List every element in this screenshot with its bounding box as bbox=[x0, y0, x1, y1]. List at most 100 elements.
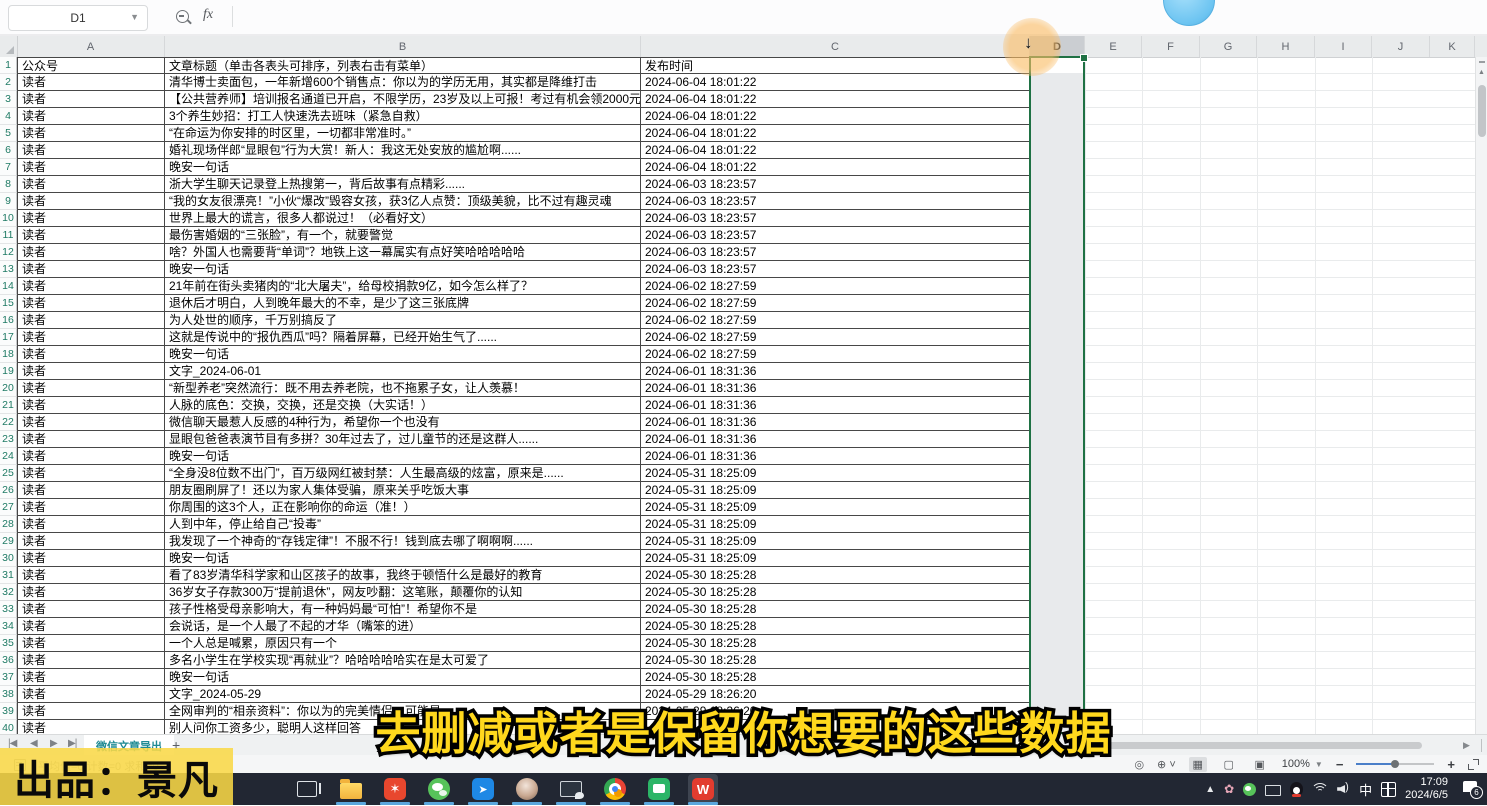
cell-A8[interactable]: 读者 bbox=[17, 176, 165, 193]
row-header-1[interactable]: 1 bbox=[0, 57, 17, 74]
split-handle[interactable] bbox=[1479, 61, 1485, 63]
cell-B17[interactable]: 这就是传说中的“报仇西瓜”吗？隔着屏幕，已经开始生气了...... bbox=[165, 329, 641, 346]
qq-tray-icon[interactable] bbox=[1290, 782, 1303, 796]
cell-A16[interactable]: 读者 bbox=[17, 312, 165, 329]
row-header-38[interactable]: 38 bbox=[0, 686, 17, 703]
cell-A20[interactable]: 读者 bbox=[17, 380, 165, 397]
ime-grid-icon[interactable] bbox=[1381, 782, 1396, 797]
cell-B8[interactable]: 浙大学生聊天记录登上热搜第一，背后故事有点精彩...... bbox=[165, 176, 641, 193]
cell-C2[interactable]: 2024-06-04 18:01:22 bbox=[641, 74, 1030, 91]
row-header-35[interactable]: 35 bbox=[0, 635, 17, 652]
cell-B25[interactable]: “全身没8位数不出门”，百万级网红被封禁：人生最高级的炫富，原来是...... bbox=[165, 465, 641, 482]
cell-B7[interactable]: 晚安一句话 bbox=[165, 159, 641, 176]
cell-B11[interactable]: 最伤害婚姻的“三张脸”，有一个，就要警觉 bbox=[165, 227, 641, 244]
cell-A30[interactable]: 读者 bbox=[17, 550, 165, 567]
row-header-22[interactable]: 22 bbox=[0, 414, 17, 431]
wifi-icon[interactable] bbox=[1312, 783, 1328, 795]
cell-A7[interactable]: 读者 bbox=[17, 159, 165, 176]
blue-app-button[interactable]: ➤ bbox=[468, 774, 498, 804]
cell-A4[interactable]: 读者 bbox=[17, 108, 165, 125]
cell-C14[interactable]: 2024-06-02 18:27:59 bbox=[641, 278, 1030, 295]
row-header-28[interactable]: 28 bbox=[0, 516, 17, 533]
cell-B9[interactable]: “我的女友很漂亮！”小伙“爆改”毁容女孩，获3亿人点赞：顶级美貌，比不过有趣灵魂 bbox=[165, 193, 641, 210]
cell-A39[interactable]: 读者 bbox=[17, 703, 165, 720]
fill-handle[interactable] bbox=[1080, 54, 1088, 62]
fullscreen-icon[interactable] bbox=[1468, 759, 1479, 770]
cell-A3[interactable]: 读者 bbox=[17, 91, 165, 108]
cell-B37[interactable]: 晚安一句话 bbox=[165, 669, 641, 686]
cell-C3[interactable]: 2024-06-04 18:01:22 bbox=[641, 91, 1030, 108]
empty-grid-area[interactable] bbox=[1085, 57, 1475, 734]
cell-C22[interactable]: 2024-06-01 18:31:36 bbox=[641, 414, 1030, 431]
cell-B24[interactable]: 晚安一句话 bbox=[165, 448, 641, 465]
row-header-19[interactable]: 19 bbox=[0, 363, 17, 380]
cell-A14[interactable]: 读者 bbox=[17, 278, 165, 295]
cell-B2[interactable]: 清华博士卖面包，一年新增600个销售点：你以为的学历无用，其实都是降维打击 bbox=[165, 74, 641, 91]
wps-button[interactable]: W bbox=[688, 774, 718, 804]
page-break-view-button[interactable]: ▣ bbox=[1251, 757, 1269, 772]
notification-center-button[interactable]: 6 bbox=[1463, 781, 1481, 797]
zoom-slider[interactable] bbox=[1356, 763, 1434, 765]
cell-B4[interactable]: 3个养生妙招：打工人快速洗去班味（紧急自救） bbox=[165, 108, 641, 125]
horizontal-scrollbar-thumb[interactable] bbox=[1095, 742, 1422, 749]
cell-C11[interactable]: 2024-06-03 18:23:57 bbox=[641, 227, 1030, 244]
system-clock[interactable]: 17:09 2024/6/5 bbox=[1405, 776, 1448, 802]
row-header-34[interactable]: 34 bbox=[0, 618, 17, 635]
row-header-37[interactable]: 37 bbox=[0, 669, 17, 686]
cell-B20[interactable]: “新型养老”突然流行：既不用去养老院，也不拖累子女，让人羡慕！ bbox=[165, 380, 641, 397]
cell-C37[interactable]: 2024-05-30 18:25:28 bbox=[641, 669, 1030, 686]
cell-C34[interactable]: 2024-05-30 18:25:28 bbox=[641, 618, 1030, 635]
cell-B13[interactable]: 晚安一句话 bbox=[165, 261, 641, 278]
wechat-button[interactable] bbox=[424, 774, 454, 804]
cell-C23[interactable]: 2024-06-01 18:31:36 bbox=[641, 431, 1030, 448]
cell-B1[interactable]: 文章标题（单击各表头可排序，列表右击有菜单） bbox=[165, 57, 641, 74]
row-header-31[interactable]: 31 bbox=[0, 567, 17, 584]
cell-A36[interactable]: 读者 bbox=[17, 652, 165, 669]
cell-C24[interactable]: 2024-06-01 18:31:36 bbox=[641, 448, 1030, 465]
chrome-button[interactable] bbox=[600, 774, 630, 804]
row-header-26[interactable]: 26 bbox=[0, 482, 17, 499]
cell-B34[interactable]: 会说话，是一个人最了不起的才华（嘴笨的进） bbox=[165, 618, 641, 635]
cell-B26[interactable]: 朋友圈刷屏了！还以为家人集体受骗，原来关乎吃饭大事 bbox=[165, 482, 641, 499]
vertical-scrollbar-thumb[interactable] bbox=[1478, 85, 1486, 137]
cell-A24[interactable]: 读者 bbox=[17, 448, 165, 465]
cell-A34[interactable]: 读者 bbox=[17, 618, 165, 635]
red-app-button[interactable]: ✶ bbox=[380, 774, 410, 804]
zoom-level[interactable]: 100% bbox=[1282, 758, 1310, 770]
cell-C19[interactable]: 2024-06-01 18:31:36 bbox=[641, 363, 1030, 380]
cell-A9[interactable]: 读者 bbox=[17, 193, 165, 210]
row-header-33[interactable]: 33 bbox=[0, 601, 17, 618]
row-header-21[interactable]: 21 bbox=[0, 397, 17, 414]
cell-A12[interactable]: 读者 bbox=[17, 244, 165, 261]
cell-B32[interactable]: 36岁女子存款300万“提前退休”，网友吵翻：这笔账，颠覆你的认知 bbox=[165, 584, 641, 601]
cell-C8[interactable]: 2024-06-03 18:23:57 bbox=[641, 176, 1030, 193]
cell-B30[interactable]: 晚安一句话 bbox=[165, 550, 641, 567]
row-header-25[interactable]: 25 bbox=[0, 465, 17, 482]
pan-mode-icon[interactable]: ⊕ ˅ bbox=[1157, 758, 1176, 771]
cell-C13[interactable]: 2024-06-03 18:23:57 bbox=[641, 261, 1030, 278]
cell-B36[interactable]: 多名小学生在学校实现“再就业”？哈哈哈哈哈实在是太可爱了 bbox=[165, 652, 641, 669]
cell-C21[interactable]: 2024-06-01 18:31:36 bbox=[641, 397, 1030, 414]
ime-language-indicator[interactable]: 中 bbox=[1359, 780, 1372, 799]
cell-C4[interactable]: 2024-06-04 18:01:22 bbox=[641, 108, 1030, 125]
row-header-6[interactable]: 6 bbox=[0, 142, 17, 159]
cell-C18[interactable]: 2024-06-02 18:27:59 bbox=[641, 346, 1030, 363]
green-chat-button[interactable] bbox=[644, 774, 674, 804]
cell-A1[interactable]: 公众号 bbox=[17, 57, 165, 74]
cell-A15[interactable]: 读者 bbox=[17, 295, 165, 312]
row-header-2[interactable]: 2 bbox=[0, 74, 17, 91]
file-explorer-button[interactable] bbox=[336, 774, 366, 804]
row-header-36[interactable]: 36 bbox=[0, 652, 17, 669]
selected-column-d[interactable] bbox=[1029, 56, 1085, 734]
row-header-24[interactable]: 24 bbox=[0, 448, 17, 465]
row-header-17[interactable]: 17 bbox=[0, 329, 17, 346]
zoom-slider-thumb[interactable] bbox=[1391, 760, 1399, 768]
cell-B14[interactable]: 21年前在街头卖猪肉的“北大屠夫”，给母校捐款9亿，如今怎么样了？ bbox=[165, 278, 641, 295]
vertical-scrollbar[interactable]: ▲ bbox=[1475, 57, 1487, 734]
row-header-3[interactable]: 3 bbox=[0, 91, 17, 108]
flower-tray-icon[interactable]: ✿ bbox=[1224, 782, 1234, 796]
cell-B27[interactable]: 你周围的这3个人，正在影响你的命运（准！） bbox=[165, 499, 641, 516]
cell-B19[interactable]: 文字_2024-06-01 bbox=[165, 363, 641, 380]
cell-C10[interactable]: 2024-06-03 18:23:57 bbox=[641, 210, 1030, 227]
row-header-18[interactable]: 18 bbox=[0, 346, 17, 363]
